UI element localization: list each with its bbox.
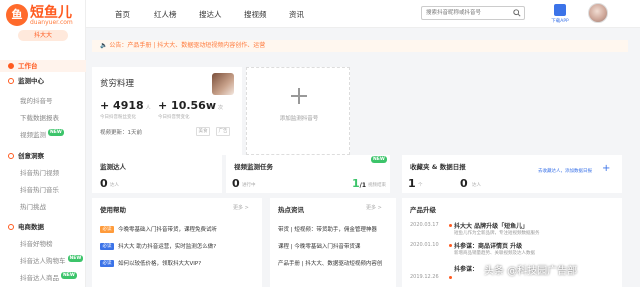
fans-label: 今日抖音粉丝变化 xyxy=(100,115,136,120)
profile-name: 贫穷料理 xyxy=(100,79,135,89)
timeline-dot xyxy=(449,224,452,227)
sidebar-item-hot-music[interactable]: 抖音热门音乐 xyxy=(0,184,86,196)
add-icon[interactable]: + xyxy=(602,163,610,174)
news-row[interactable]: 课程 | 今晚零基础入门抖音带货课 xyxy=(278,242,360,250)
likes-delta: + 10.56w 次 xyxy=(158,99,224,112)
profile-avatar xyxy=(212,73,234,95)
workbench-icon xyxy=(8,63,14,69)
sidebar-item-hot-videos[interactable]: 抖音热门视频 xyxy=(0,167,86,179)
hot-news-card: 热点资讯 更多 > 带货 | 短视频：带货助手，佣金管理神器 课程 | 今晚零基… xyxy=(270,198,396,287)
fans-delta: + 4918 人 xyxy=(100,99,151,112)
likes-label: 今日抖音赞变化 xyxy=(158,115,190,120)
download-app-button[interactable]: 下载APP xyxy=(548,4,572,24)
tag-ads[interactable]: 广告 xyxy=(216,127,230,136)
sidebar: 鱼 短鱼儿 duanyuer.com 抖大大 工作台 监测中心 我的抖音号 下载… xyxy=(0,0,86,287)
sidebar-item-products[interactable]: 抖音达人商品 NEW xyxy=(0,272,86,284)
help-more-link[interactable]: 更多 > xyxy=(233,204,249,211)
notice-bar[interactable]: 🔈 公告：产品手册 | 抖大大、数据驱动短视频内容创作、运营 xyxy=(92,40,628,52)
search-box[interactable] xyxy=(421,6,525,20)
help-row[interactable]: 必读 如何以较低价格，领取抖大大VIP? xyxy=(100,259,201,267)
profile-card[interactable]: 贫穷料理 + 4918 人 今日抖音粉丝变化 + 10.56w 次 今日抖音赞变化 … xyxy=(92,67,242,155)
update-title[interactable]: 抖大大 品牌升级「短鱼儿」 xyxy=(454,221,528,230)
news-row[interactable]: 产品手册 | 抖大大、数据驱动短视频内容创 xyxy=(278,259,382,267)
help-row[interactable]: 必读 抖大大 助力抖音运营，实时监测怎么做? xyxy=(100,242,216,250)
sidebar-item-challenges[interactable]: 热门挑战 xyxy=(0,201,86,213)
sidebar-item-cart[interactable]: 抖音达人购物车 NEW xyxy=(0,255,86,267)
sidebar-group-insight[interactable]: 创意洞察 xyxy=(0,150,86,162)
nav-news[interactable]: 资讯 xyxy=(289,9,304,20)
ecommerce-icon xyxy=(8,224,14,230)
timeline-dot xyxy=(449,276,452,279)
insight-icon xyxy=(8,153,14,159)
sidebar-item-my-accounts[interactable]: 我的抖音号 xyxy=(0,95,86,107)
nav-home[interactable]: 首页 xyxy=(115,9,130,20)
sidebar-group-ecommerce[interactable]: 电商数据 xyxy=(0,221,86,233)
add-daily-link[interactable]: 去收藏达人，添加数据日报 xyxy=(538,168,592,174)
update-title[interactable]: 抖参谋：商品详情页 升级 xyxy=(454,241,522,250)
app-icon xyxy=(554,4,566,16)
monitor-influencers-card[interactable]: 监测达人 0 达人 xyxy=(92,155,222,193)
nav-search-video[interactable]: 搜视频 xyxy=(244,9,267,20)
timeline-dot xyxy=(449,244,452,247)
video-tasks-card[interactable]: 视频监测任务 NEW 0 进行中 1/1 视频结束 xyxy=(226,155,390,193)
fish-logo-icon: 鱼 xyxy=(6,4,28,26)
sidebar-item-reports[interactable]: 下载数据报表 xyxy=(0,112,86,124)
watermark: 头条 @科技园广告部 xyxy=(484,266,578,277)
search-input[interactable] xyxy=(426,8,510,18)
product-tag[interactable]: 抖大大 xyxy=(18,30,68,41)
brand-logo[interactable]: 鱼 短鱼儿 duanyuer.com xyxy=(6,2,80,30)
user-avatar[interactable] xyxy=(588,3,608,23)
megaphone-icon: 🔈 xyxy=(100,42,110,49)
sidebar-group-monitor[interactable]: 监测中心 xyxy=(0,75,86,87)
update-title[interactable]: 抖参谋： xyxy=(454,264,478,273)
new-badge: NEW xyxy=(48,129,64,136)
news-more-link[interactable]: 更多 > xyxy=(366,204,382,211)
news-row[interactable]: 带货 | 短视频：带货助手，佣金管理神器 xyxy=(278,225,377,233)
video-update: 视频更新：1天前 xyxy=(100,130,142,136)
sidebar-item-workbench[interactable]: 工作台 xyxy=(0,60,86,72)
nav-search-influencer[interactable]: 搜达人 xyxy=(199,9,222,20)
plus-icon xyxy=(291,88,307,104)
sidebar-item-video-monitor[interactable]: 视频监测 NEW xyxy=(0,129,86,141)
nav-ranking[interactable]: 红人榜 xyxy=(154,9,177,20)
scrollbar[interactable] xyxy=(632,28,638,287)
add-account-card[interactable]: 添加监测抖音号 xyxy=(246,67,350,155)
top-bar: 首页 红人榜 搜达人 搜视频 资讯 下载APP xyxy=(86,0,640,28)
new-badge: NEW xyxy=(371,156,387,163)
new-badge: NEW xyxy=(61,272,77,279)
brand-domain: duanyuer.com xyxy=(30,19,73,26)
new-badge: NEW xyxy=(67,255,84,262)
search-icon[interactable] xyxy=(513,9,521,17)
help-card: 使用帮助 更多 > 必读 今晚零基础入门抖音带货，课程免费试听 必读 抖大大 助力抖… xyxy=(92,198,262,287)
help-row[interactable]: 必读 今晚零基础入门抖音带货，课程免费试听 xyxy=(100,225,217,233)
monitor-icon xyxy=(8,78,14,84)
favorites-card[interactable]: 收藏夹 & 数据日报 1 个 0 达人 去收藏达人，添加数据日报 + xyxy=(402,155,622,193)
tag-food[interactable]: 美食 xyxy=(196,127,210,136)
sidebar-item-good-products[interactable]: 抖音好物榜 xyxy=(0,238,86,250)
